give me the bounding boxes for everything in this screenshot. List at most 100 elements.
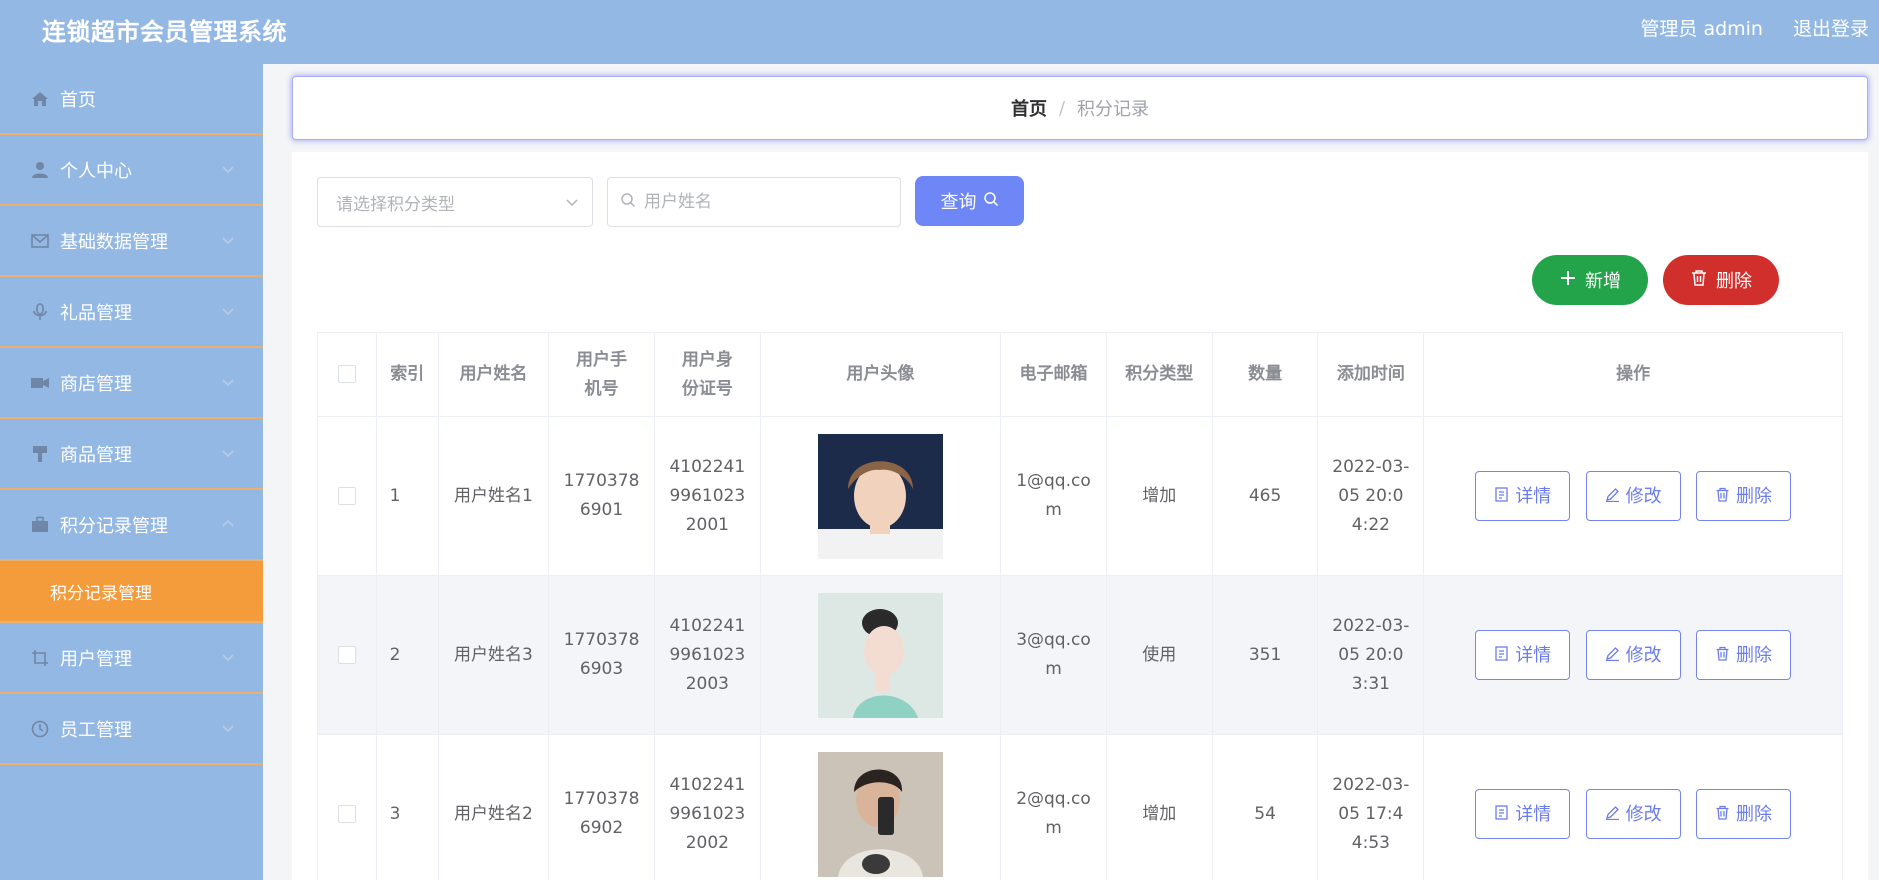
row-checkbox-cell (317, 734, 377, 880)
edit-button-label: 修改 (1625, 485, 1662, 507)
row-delete-button[interactable]: 删除 (1696, 471, 1792, 521)
table-row: 3 用户姓名2 17703786902 410224199610232002 2… (317, 734, 1843, 880)
camera-icon (30, 373, 50, 393)
bulk-delete-button[interactable]: 删除 (1663, 255, 1779, 305)
cell-type: 增加 (1105, 734, 1213, 880)
cell-type: 使用 (1105, 575, 1213, 735)
row-checkbox-cell (317, 416, 377, 576)
sidebar-item-label: 礼品管理 (60, 302, 132, 324)
add-button[interactable]: 新增 (1532, 255, 1648, 305)
brush-icon (30, 444, 50, 464)
breadcrumb: 首页 / 积分记录 (292, 76, 1868, 140)
logout-link[interactable]: 退出登录 (1793, 14, 1869, 41)
detail-button-label: 详情 (1515, 485, 1552, 507)
top-user-area: 管理员 admin 退出登录 (1640, 14, 1869, 41)
sidebar-item-label: 积分记录管理 (60, 515, 168, 537)
cell-idcard: 410224199610232001 (653, 416, 761, 576)
query-button[interactable]: 查询 (915, 176, 1024, 226)
user-avatar-image (817, 751, 943, 877)
points-type-placeholder: 请选择积分类型 (336, 194, 455, 215)
cell-idcard-value: 410224199610232001 (669, 456, 746, 535)
column-header-email: 电子邮箱 (1000, 332, 1107, 417)
breadcrumb-home[interactable]: 首页 (1011, 95, 1047, 121)
edit-button-label: 修改 (1625, 803, 1662, 825)
points-type-select[interactable]: 请选择积分类型 (317, 177, 593, 227)
cell-email-value: 3@qq.com (1016, 630, 1091, 679)
cell-index-value: 1 (389, 485, 401, 506)
detail-button-label: 详情 (1515, 803, 1552, 825)
sidebar-item-label: 员工管理 (60, 719, 132, 741)
trash-icon (1715, 800, 1730, 829)
sidebar-item-home[interactable]: 首页 (0, 64, 263, 135)
pencil-icon (1605, 482, 1620, 511)
row-delete-button[interactable]: 删除 (1696, 789, 1792, 839)
table-header-row: 索引 用户姓名 用户手机号 用户身份证号 用户头像 电子邮箱 积分类型 数量 添… (317, 332, 1843, 417)
cell-index: 3 (375, 734, 439, 880)
table-row: 2 用户姓名3 17703786903 410224199610232003 3… (317, 575, 1843, 735)
detail-button-label: 详情 (1515, 644, 1552, 666)
edit-button[interactable]: 修改 (1585, 471, 1681, 521)
sidebar-item-products[interactable]: 商品管理 (0, 419, 263, 490)
detail-button[interactable]: 详情 (1475, 789, 1571, 839)
chevron-down-icon (221, 374, 237, 390)
row-delete-button-label: 删除 (1736, 803, 1773, 825)
cell-amount: 351 (1211, 575, 1319, 735)
edit-button[interactable]: 修改 (1585, 630, 1681, 680)
user-icon (30, 160, 50, 180)
cell-phone-value: 17703786903 (563, 630, 640, 679)
table-row: 1 用户姓名1 17703786901 410224199610232001 1… (317, 416, 1843, 576)
column-header-avatar: 用户头像 (759, 332, 1002, 417)
sidebar-item-basic-data[interactable]: 基础数据管理 (0, 206, 263, 277)
sidebar-item-gifts[interactable]: 礼品管理 (0, 277, 263, 348)
sidebar-item-users[interactable]: 用户管理 (0, 623, 263, 694)
chevron-down-icon (221, 720, 237, 736)
cell-index: 2 (375, 575, 439, 735)
top-bar: 连锁超市会员管理系统 管理员 admin 退出登录 (0, 0, 1879, 64)
column-header-name: 用户姓名 (437, 332, 550, 417)
detail-button[interactable]: 详情 (1475, 471, 1571, 521)
delete-button-label: 删除 (1716, 271, 1752, 292)
chevron-up-icon (221, 516, 237, 532)
select-all-checkbox[interactable] (337, 365, 356, 383)
user-name-input[interactable] (644, 192, 884, 212)
cell-time-value: 2022-03-05 20:04:22 (1332, 456, 1410, 535)
cell-avatar (759, 416, 1002, 576)
main-area: 首页 / 积分记录 请选择积分类型 查询 新增 删除 (263, 64, 1879, 880)
clock-icon (30, 719, 50, 739)
cell-amount: 465 (1211, 416, 1319, 576)
chevron-down-icon (564, 194, 580, 215)
cell-phone-value: 17703786901 (563, 471, 640, 520)
cell-time-value: 2022-03-05 17:44:53 (1332, 774, 1410, 853)
trash-icon (1690, 269, 1708, 292)
query-button-label: 查询 (940, 192, 977, 213)
row-checkbox[interactable] (337, 645, 356, 664)
sidebar-item-stores[interactable]: 商店管理 (0, 348, 263, 419)
user-name-search-field[interactable] (607, 177, 901, 227)
row-delete-button[interactable]: 删除 (1696, 630, 1792, 680)
document-icon (1494, 800, 1509, 829)
sidebar-item-label: 商店管理 (60, 373, 132, 395)
home-icon (30, 89, 50, 109)
sidebar-item-points-records[interactable]: 积分记录管理 (0, 490, 263, 561)
sidebar-subitem-points-records[interactable]: 积分记录管理 (0, 561, 263, 623)
sidebar-item-label: 个人中心 (60, 160, 132, 182)
cell-idcard: 410224199610232003 (653, 575, 761, 735)
edit-button[interactable]: 修改 (1585, 789, 1681, 839)
breadcrumb-separator: / (1058, 97, 1066, 119)
plus-icon (1559, 269, 1577, 292)
cell-ops: 详情 修改 删除 (1423, 575, 1843, 735)
chevron-down-icon (221, 303, 237, 319)
admin-user-label[interactable]: 管理员 admin (1640, 14, 1763, 41)
row-checkbox[interactable] (337, 486, 356, 505)
row-checkbox[interactable] (337, 804, 356, 823)
cell-index: 1 (375, 416, 439, 576)
cell-email: 3@qq.com (1000, 575, 1107, 735)
column-header-amount: 数量 (1211, 332, 1319, 417)
column-header-time: 添加时间 (1317, 332, 1425, 417)
sidebar-item-personal-center[interactable]: 个人中心 (0, 135, 263, 206)
trash-icon (1715, 641, 1730, 670)
cell-email-value: 1@qq.com (1016, 471, 1091, 520)
detail-button[interactable]: 详情 (1475, 630, 1571, 680)
cell-time: 2022-03-05 20:03:31 (1317, 575, 1425, 735)
sidebar-item-staff[interactable]: 员工管理 (0, 694, 263, 765)
